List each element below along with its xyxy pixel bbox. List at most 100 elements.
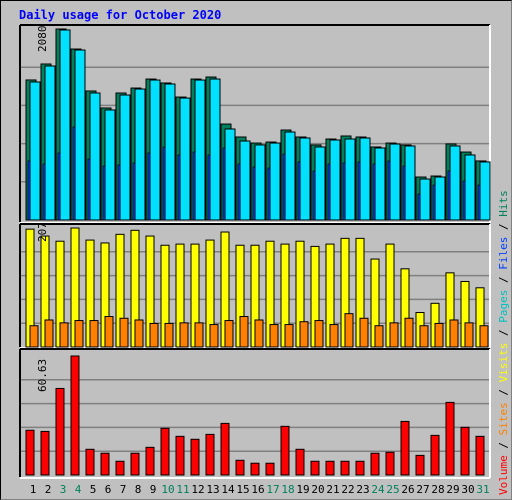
bar-files-day-10	[164, 83, 176, 221]
day-label: 15	[236, 483, 249, 496]
day-label: 6	[105, 483, 112, 496]
legend-item: /	[497, 270, 510, 290]
y-max-label-volume: 60.63	[36, 359, 49, 392]
bar-volume-day-7	[115, 460, 125, 476]
bar-volume-day-22	[340, 460, 350, 476]
day-label: 25	[386, 483, 399, 496]
day-label: 22	[341, 483, 354, 496]
bar-pages-day-30	[462, 180, 466, 221]
bar-files-day-15	[239, 140, 251, 221]
bar-files-day-31	[479, 161, 491, 221]
bar-pages-day-9	[147, 152, 151, 221]
bar-volume-day-28	[430, 434, 440, 476]
day-label: 30	[461, 483, 474, 496]
bar-files-day-27	[419, 178, 431, 221]
bar-sites-day-20	[314, 320, 324, 348]
bar-pages-day-28	[432, 184, 436, 221]
bar-pages-day-14	[222, 147, 226, 221]
legend-item: Visits	[497, 343, 510, 383]
legend-item: Pages	[497, 290, 510, 323]
legend-item: /	[497, 217, 510, 237]
bar-pages-day-8	[132, 162, 136, 221]
bar-volume-day-6	[100, 452, 110, 476]
bar-volume-day-9	[145, 446, 155, 476]
bar-volume-day-27	[415, 454, 425, 476]
day-label: 10	[161, 483, 174, 496]
bar-volume-day-2	[40, 430, 50, 476]
bar-files-day-17	[269, 142, 281, 221]
bar-sites-day-22	[344, 313, 354, 348]
bar-files-day-19	[299, 137, 311, 221]
bar-volume-day-11	[175, 435, 185, 476]
bar-pages-day-11	[177, 154, 181, 221]
bar-pages-day-18	[282, 153, 286, 221]
bar-pages-day-4	[72, 126, 76, 221]
day-label: 11	[176, 483, 189, 496]
day-label: 4	[75, 483, 82, 496]
bar-volume-day-18	[280, 425, 290, 476]
bar-volume-day-24	[370, 452, 380, 476]
bar-files-day-12	[194, 79, 206, 221]
bar-sites-day-6	[104, 316, 114, 348]
bar-sites-day-23	[359, 317, 369, 348]
bar-sites-day-18	[284, 324, 294, 348]
bar-sites-day-8	[134, 319, 144, 348]
bar-volume-day-23	[355, 460, 365, 476]
bar-pages-day-25	[387, 160, 391, 221]
bar-files-day-8	[134, 88, 146, 221]
bar-files-day-20	[314, 146, 326, 221]
legend-item: Files	[497, 237, 510, 270]
legend: Volume / Sites / Visits / Pages / Files …	[497, 190, 510, 495]
bar-files-day-25	[389, 143, 401, 221]
bar-files-day-16	[254, 144, 266, 221]
day-label: 16	[251, 483, 264, 496]
bar-volume-day-3	[55, 387, 65, 476]
bar-sites-day-29	[449, 319, 459, 348]
bar-sites-day-31	[479, 325, 489, 348]
bar-pages-day-19	[297, 161, 301, 221]
bar-files-day-5	[89, 92, 101, 221]
day-label: 27	[416, 483, 429, 496]
bar-files-day-26	[404, 145, 416, 221]
day-label: 26	[401, 483, 414, 496]
bar-sites-day-17	[269, 324, 279, 348]
bar-pages-day-31	[477, 184, 481, 221]
day-label: 17	[266, 483, 279, 496]
day-label: 9	[150, 483, 157, 496]
bar-files-day-21	[329, 139, 341, 221]
day-label: 20	[311, 483, 324, 496]
bar-files-day-11	[179, 97, 191, 221]
bar-sites-day-7	[119, 317, 129, 348]
bar-pages-day-12	[192, 151, 196, 221]
bar-pages-day-27	[417, 193, 421, 221]
bar-files-day-30	[464, 154, 476, 221]
bar-files-day-18	[284, 131, 296, 221]
day-label: 14	[221, 483, 235, 496]
bar-volume-day-1	[25, 429, 35, 476]
bar-pages-day-6	[102, 165, 106, 221]
bar-volume-day-19	[295, 448, 305, 476]
bar-sites-day-4	[74, 320, 84, 348]
bar-files-day-14	[224, 128, 236, 221]
bar-volume-day-4	[70, 355, 80, 476]
day-label: 24	[371, 483, 385, 496]
bar-files-day-2	[44, 65, 56, 221]
bar-volume-day-8	[130, 452, 140, 476]
day-label: 28	[431, 483, 444, 496]
bar-files-day-13	[209, 78, 221, 221]
bar-volume-day-10	[160, 427, 170, 476]
legend-item: Volume	[497, 455, 510, 495]
bar-sites-day-27	[419, 325, 429, 348]
bar-volume-day-30	[460, 426, 470, 476]
bar-sites-day-11	[179, 322, 189, 348]
bar-sites-day-25	[389, 322, 399, 348]
day-label: 1	[30, 483, 37, 496]
bar-volume-day-14	[220, 422, 230, 476]
bar-sites-day-21	[329, 324, 339, 348]
bar-sites-day-13	[209, 324, 219, 348]
bar-sites-day-10	[164, 322, 174, 348]
bar-volume-day-26	[400, 420, 410, 476]
day-label: 5	[90, 483, 97, 496]
day-label: 23	[356, 483, 369, 496]
bar-volume-day-12	[190, 438, 200, 476]
